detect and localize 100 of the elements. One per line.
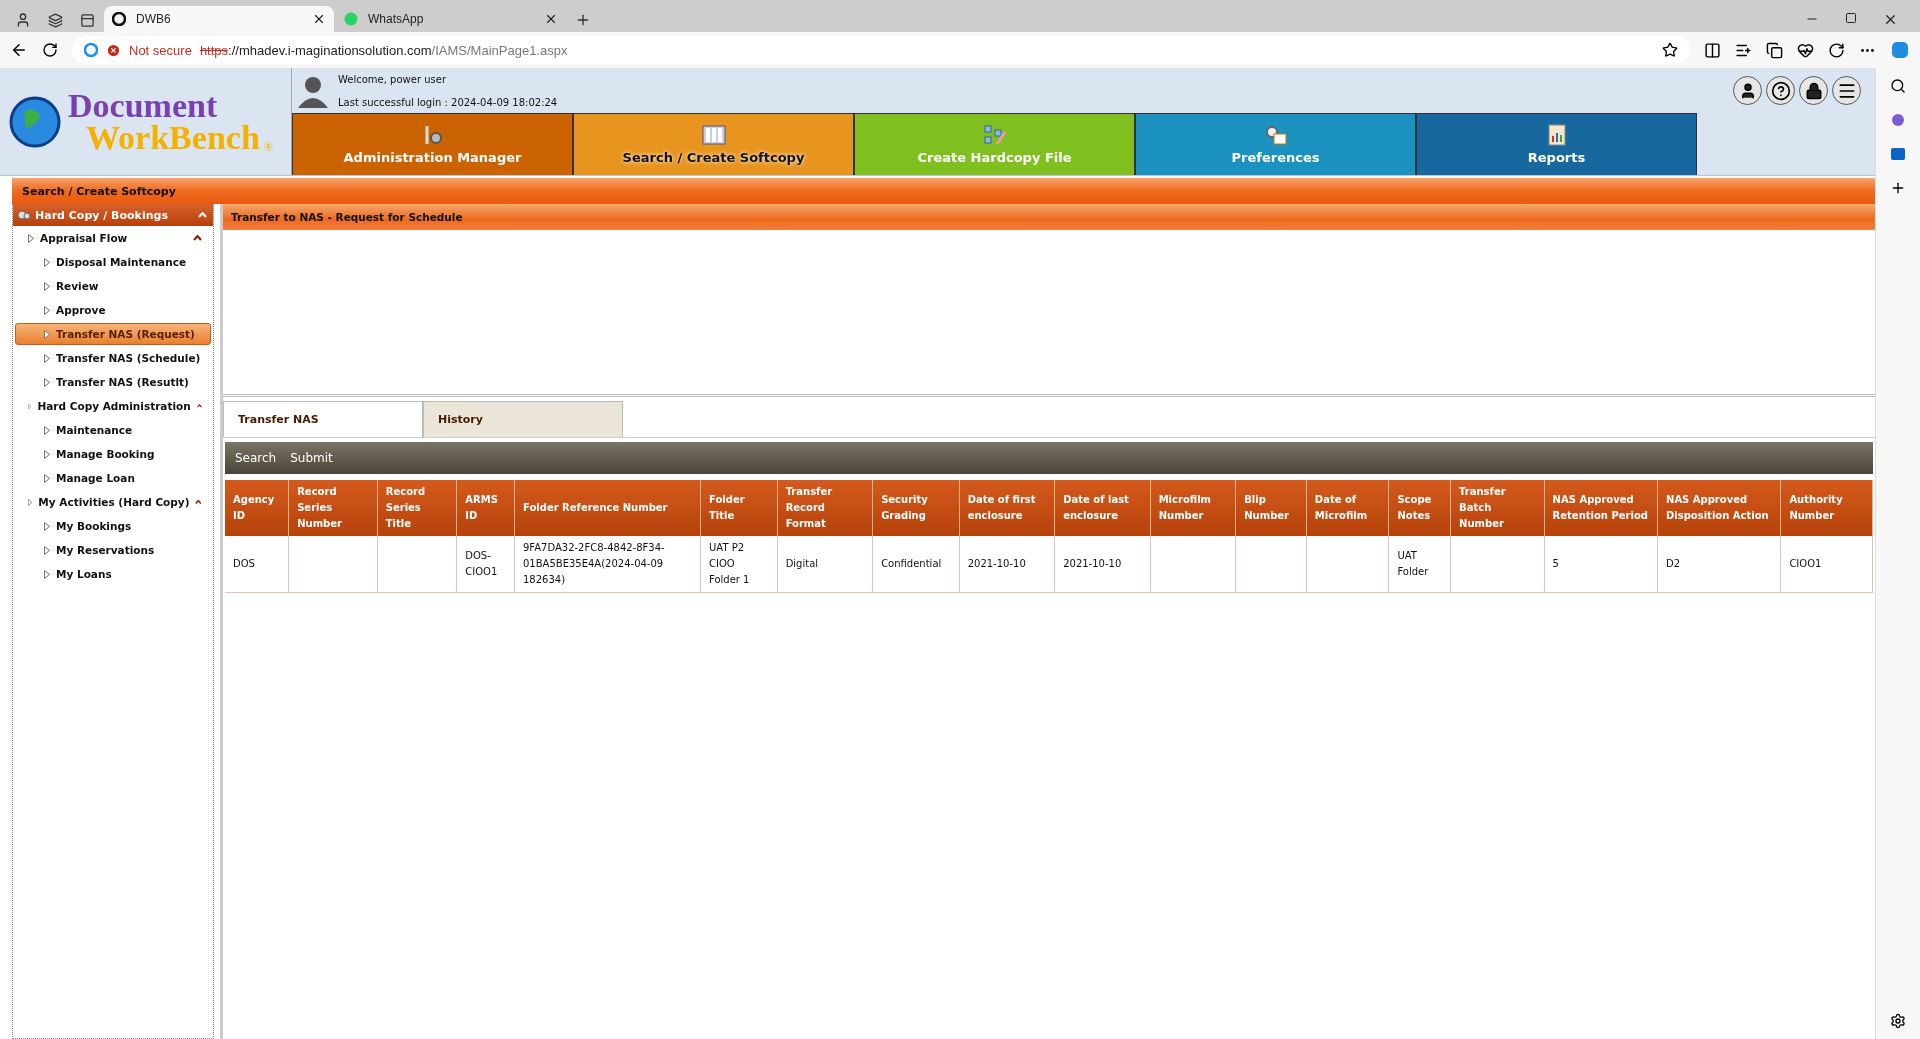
security-status[interactable]: Not secure: [129, 42, 192, 58]
table-cell: Digital: [777, 536, 873, 593]
table-cell: 9FA7DA32-2FC8-4842-8F34-01BA5BE35E4A(2024-04-09 182634): [514, 536, 701, 593]
breadcrumb-bar: Search / Create Softcopy: [12, 178, 1875, 204]
column-header[interactable]: Microfilm Number: [1150, 480, 1236, 536]
collapse-caret-icon[interactable]: [195, 499, 202, 505]
expand-triangle-icon: [28, 233, 34, 243]
reload-icon[interactable]: [42, 42, 58, 58]
tree-item[interactable]: My Bookings: [15, 515, 211, 537]
sidebar-title: Hard Copy / Bookings: [35, 208, 169, 222]
chat-icon: [344, 12, 358, 26]
refresh-icon[interactable]: [1828, 41, 1845, 59]
column-header[interactable]: Security Grading: [872, 480, 960, 536]
column-header[interactable]: Folder Title: [700, 480, 778, 536]
collections-icon[interactable]: [1766, 41, 1783, 59]
restore-icon[interactable]: [1845, 11, 1857, 24]
expand-triangle-icon: [44, 353, 50, 363]
gears-icon: [17, 208, 31, 222]
column-header[interactable]: Blip Number: [1235, 480, 1307, 536]
tree-item[interactable]: Manage Loan: [15, 467, 211, 489]
help-button[interactable]: [1766, 76, 1795, 105]
table-cell: 2021-10-10: [1054, 536, 1151, 593]
settings-icon[interactable]: [1890, 1013, 1906, 1029]
last-login-text: Last successful login : 2024-04-09 18:02:24: [338, 96, 558, 108]
table-cell: DOS: [225, 536, 289, 593]
column-header[interactable]: Record Series Title: [377, 480, 457, 536]
tree-item[interactable]: My Reservations: [15, 539, 211, 561]
toolbar-button[interactable]: Search: [235, 451, 277, 465]
panel-tab[interactable]: History: [423, 401, 623, 437]
table-cell: 2021-10-10: [959, 536, 1055, 593]
expand-triangle-icon: [28, 401, 32, 411]
collapse-caret-icon[interactable]: [196, 403, 202, 409]
logo-text: WorkBench: [85, 121, 260, 154]
toolbar-button[interactable]: Submit: [290, 451, 333, 465]
expand-triangle-icon: [44, 257, 50, 267]
nav-tab[interactable]: Search / Create Softcopy: [573, 113, 854, 175]
collapse-caret-icon[interactable]: [193, 235, 202, 241]
column-header[interactable]: ARMS ID: [456, 480, 515, 536]
table-cell: CIOO1: [1780, 536, 1873, 593]
panel-title: Transfer to NAS - Request for Schedule: [223, 204, 1875, 230]
close-icon[interactable]: [312, 12, 326, 26]
table-cell: UAT P2 CIOO Folder 1: [700, 536, 778, 593]
column-header[interactable]: Date of last enclosure: [1054, 480, 1151, 536]
page-icon: [112, 12, 126, 26]
lock-button[interactable]: [1799, 76, 1828, 105]
tree-item[interactable]: Maintenance: [15, 419, 211, 441]
nav-tab[interactable]: Reports: [1416, 113, 1697, 175]
back-icon[interactable]: [10, 41, 28, 59]
expand-triangle-icon: [44, 329, 50, 339]
nav-tab[interactable]: Preferences: [1135, 113, 1416, 175]
help-icon: [1770, 80, 1791, 101]
nav-tab[interactable]: Administration Manager: [292, 113, 573, 175]
search-icon[interactable]: [1890, 78, 1906, 94]
tree-item[interactable]: My Activities (Hard Copy): [15, 491, 211, 513]
column-header[interactable]: Transfer Record Format: [777, 480, 873, 536]
column-header[interactable]: Date of first enclosure: [959, 480, 1055, 536]
column-header[interactable]: Authority Number: [1780, 480, 1873, 536]
tree-item[interactable]: My Loans: [15, 563, 211, 585]
address-field[interactable]: Not secure https://mhadev.i-maginationsolution.com/IAMS/MainPage1.aspx: [72, 36, 1690, 64]
tree-item[interactable]: Transfer NAS (Request): [15, 323, 211, 345]
tree-item[interactable]: Transfer NAS (Resutlt): [15, 371, 211, 393]
expand-triangle-icon: [44, 545, 50, 555]
column-header[interactable]: NAS Approved Retention Period: [1544, 480, 1658, 536]
tree-item[interactable]: Appraisal Flow: [15, 227, 211, 249]
column-header[interactable]: Transfer Batch Number: [1450, 480, 1545, 536]
app-icon[interactable]: [1890, 112, 1906, 128]
browser-tab[interactable]: DWB6: [104, 6, 334, 32]
registered-mark: ®: [263, 140, 273, 155]
panel-tab[interactable]: Transfer NAS: [223, 401, 423, 437]
expand-triangle-icon: [44, 569, 50, 579]
split-screen-icon[interactable]: [1704, 41, 1721, 59]
table-cell: Confidential: [872, 536, 960, 593]
table-cell: DOS-CIOO1: [456, 536, 515, 593]
logo-text: Document: [68, 89, 219, 122]
browser-tab[interactable]: WhatsApp: [336, 6, 566, 32]
health-icon[interactable]: [1797, 41, 1814, 59]
column-header[interactable]: Folder Reference Number: [514, 480, 701, 536]
tree-item[interactable]: Transfer NAS (Schedule): [15, 347, 211, 369]
column-header[interactable]: Record Series Number: [288, 480, 378, 536]
tree-item[interactable]: Disposal Maintenance: [15, 251, 211, 273]
menu-button[interactable]: [1832, 76, 1861, 105]
add-icon[interactable]: [1890, 180, 1906, 196]
table-cell: 5: [1544, 536, 1658, 593]
close-icon[interactable]: [544, 12, 558, 26]
lock-icon: [1804, 81, 1823, 100]
table-cell: UAT Folder: [1388, 536, 1451, 593]
tree-item[interactable]: Manage Booking: [15, 443, 211, 465]
column-header[interactable]: Date of Microfilm: [1306, 480, 1389, 536]
welcome-text: Welcome, power user: [338, 73, 447, 85]
profile-button[interactable]: [1733, 76, 1762, 105]
column-header[interactable]: Scope Notes: [1388, 480, 1451, 536]
tree-item[interactable]: Review: [15, 275, 211, 297]
column-header[interactable]: Agency ID: [225, 480, 289, 536]
table-cell: D2: [1657, 536, 1781, 593]
expand-triangle-icon: [44, 425, 50, 435]
favorite-star-icon[interactable]: [1662, 42, 1678, 58]
tree-item[interactable]: Hard Copy Administration: [15, 395, 211, 417]
table-cell: [1235, 536, 1307, 593]
tree-item[interactable]: Approve: [15, 299, 211, 321]
column-header[interactable]: NAS Approved Disposition Action: [1657, 480, 1781, 536]
